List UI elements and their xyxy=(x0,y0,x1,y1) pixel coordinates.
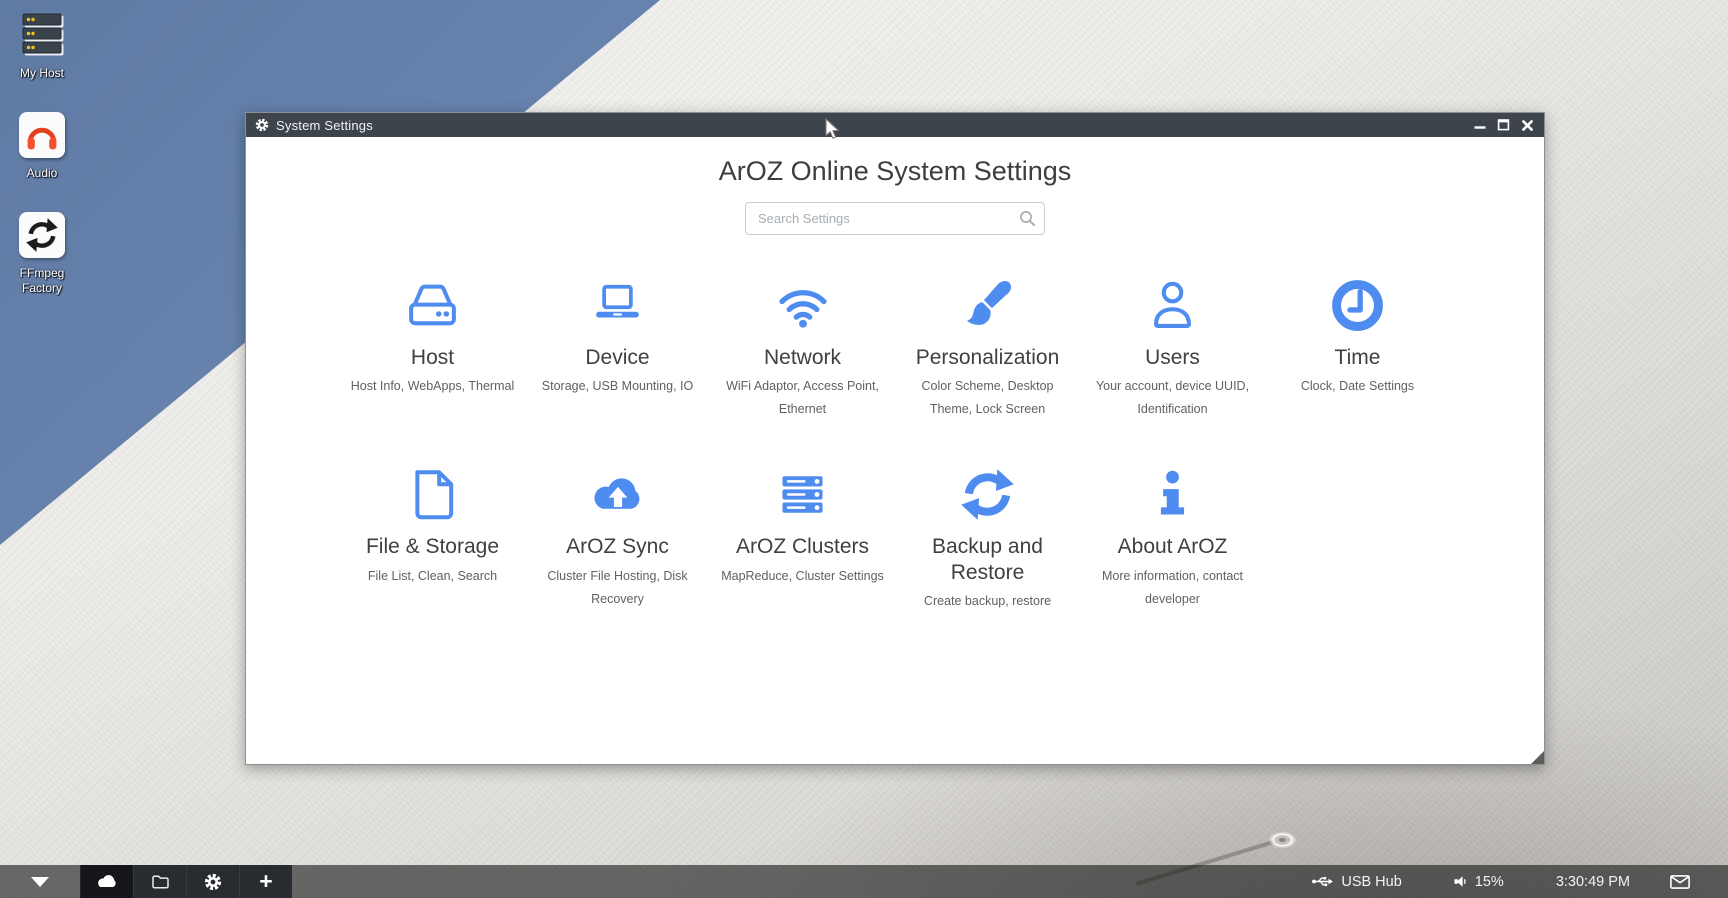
sync-arrows-icon xyxy=(895,463,1080,523)
settings-tile-device[interactable]: Device Storage, USB Mounting, IO xyxy=(525,274,710,421)
tile-subtitle: Color Scheme, Desktop Theme, Lock Screen xyxy=(895,375,1080,421)
system-tray: USB Hub 15% 3:30:49 PM xyxy=(1312,865,1728,898)
clock-icon xyxy=(1265,274,1450,334)
plus-icon: + xyxy=(259,870,272,893)
desktop-icon-ffmpeg-factory[interactable]: FFmpeg Factory xyxy=(8,212,76,296)
tile-title: File & Storage xyxy=(340,534,525,559)
settings-tile-about-aroz[interactable]: About ArOZ More information, contact deve… xyxy=(1080,463,1265,613)
tile-title: Backup and Restore xyxy=(895,534,1080,584)
server-stack-icon xyxy=(710,463,895,523)
search-box xyxy=(745,202,1045,235)
usb-label: USB Hub xyxy=(1341,874,1401,890)
paintbrush-icon xyxy=(895,274,1080,334)
speaker-icon xyxy=(1454,875,1467,888)
settings-tile-personalization[interactable]: Personalization Color Scheme, Desktop The… xyxy=(895,274,1080,421)
desktop-icon-label: Audio xyxy=(4,166,80,181)
info-icon xyxy=(1080,463,1265,523)
taskbar-button-cloud[interactable] xyxy=(80,865,133,898)
tile-subtitle: File List, Clean, Search xyxy=(340,565,525,588)
hdd-icon xyxy=(340,274,525,334)
cloud-icon xyxy=(95,874,119,889)
tile-subtitle: Your account, device UUID, Identificatio… xyxy=(1080,375,1265,421)
server-rack-icon xyxy=(19,12,65,58)
tile-title: Time xyxy=(1265,345,1450,370)
settings-tile-backup-and-restore[interactable]: Backup and Restore Create backup, restore xyxy=(895,463,1080,613)
wallpaper-hole xyxy=(1266,830,1296,850)
taskbar-button-add[interactable]: + xyxy=(239,865,292,898)
tile-title: Host xyxy=(340,345,525,370)
settings-tile-host[interactable]: Host Host Info, WebApps, Thermal xyxy=(340,274,525,421)
tile-title: Device xyxy=(525,345,710,370)
search-icon xyxy=(1019,210,1036,227)
desktop-icon-my-host[interactable]: My Host xyxy=(8,12,76,81)
window-titlebar[interactable]: System Settings xyxy=(246,113,1544,137)
window-content: ArOZ Online System Settings Host Host Inf… xyxy=(246,137,1544,764)
folder-icon xyxy=(151,874,170,890)
tile-subtitle: More information, contact developer xyxy=(1080,565,1265,611)
taskbar-menu-button[interactable] xyxy=(0,865,80,898)
headphones-icon xyxy=(19,112,65,158)
system-settings-window: System Settings xyxy=(245,112,1545,765)
maximize-button[interactable] xyxy=(1496,118,1511,132)
recycle-arrows-icon xyxy=(19,212,65,258)
settings-tile-users[interactable]: Users Your account, device UUID, Identifi… xyxy=(1080,274,1265,421)
settings-tile-aroz-clusters[interactable]: ArOZ Clusters MapReduce, Cluster Settings xyxy=(710,463,895,613)
laptop-icon xyxy=(525,274,710,334)
tile-title: ArOZ Clusters xyxy=(710,534,895,559)
cloud-upload-icon xyxy=(525,463,710,523)
tile-subtitle: WiFi Adaptor, Access Point, Ethernet xyxy=(710,375,895,421)
tile-title: Users xyxy=(1080,345,1265,370)
tile-title: About ArOZ xyxy=(1080,534,1265,559)
settings-tile-aroz-sync[interactable]: ArOZ Sync Cluster File Hosting, Disk Reco… xyxy=(525,463,710,613)
usb-status[interactable]: USB Hub xyxy=(1312,874,1401,890)
tile-subtitle: Storage, USB Mounting, IO xyxy=(525,375,710,398)
gear-icon xyxy=(204,873,222,891)
tile-subtitle: Host Info, WebApps, Thermal xyxy=(340,375,525,398)
tile-subtitle: MapReduce, Cluster Settings xyxy=(710,565,895,588)
tile-subtitle: Clock, Date Settings xyxy=(1265,375,1450,398)
settings-tile-time[interactable]: Time Clock, Date Settings xyxy=(1265,274,1450,421)
usb-icon xyxy=(1312,875,1333,888)
envelope-icon[interactable] xyxy=(1670,875,1690,889)
settings-tile-file-storage[interactable]: File & Storage File List, Clean, Search xyxy=(340,463,525,613)
chevron-down-icon xyxy=(31,877,49,887)
volume-status[interactable]: 15% xyxy=(1454,874,1504,890)
desktop-icon-label: My Host xyxy=(4,66,80,81)
desktop-icon-label: FFmpeg Factory xyxy=(4,266,80,296)
volume-level: 15% xyxy=(1475,874,1504,890)
user-icon xyxy=(1080,274,1265,334)
file-icon xyxy=(340,463,525,523)
window-controls xyxy=(1472,118,1535,132)
settings-tile-network[interactable]: Network WiFi Adaptor, Access Point, Ether… xyxy=(710,274,895,421)
tile-subtitle: Cluster File Hosting, Disk Recovery xyxy=(525,565,710,611)
clock[interactable]: 3:30:49 PM xyxy=(1556,874,1630,890)
desktop-icon-audio[interactable]: Audio xyxy=(8,112,76,181)
desktop: My Host Audio FFmpeg Factor xyxy=(0,0,1728,898)
tile-title: Network xyxy=(710,345,895,370)
search-input[interactable] xyxy=(745,202,1045,235)
tile-title: ArOZ Sync xyxy=(525,534,710,559)
tile-title: Personalization xyxy=(895,345,1080,370)
gear-icon xyxy=(255,118,269,132)
taskbar: + USB Hub xyxy=(0,865,1728,898)
minimize-button[interactable] xyxy=(1472,118,1487,132)
wifi-icon xyxy=(710,274,895,334)
settings-grid: Host Host Info, WebApps, ThermalDevice Sto… xyxy=(340,274,1450,613)
page-title: ArOZ Online System Settings xyxy=(246,156,1544,187)
taskbar-button-files[interactable] xyxy=(133,865,186,898)
taskbar-button-settings[interactable] xyxy=(186,865,239,898)
window-title: System Settings xyxy=(276,118,373,133)
close-icon[interactable] xyxy=(1520,118,1535,132)
window-resize-grip[interactable] xyxy=(1530,750,1544,764)
tile-subtitle: Create backup, restore xyxy=(895,590,1080,613)
